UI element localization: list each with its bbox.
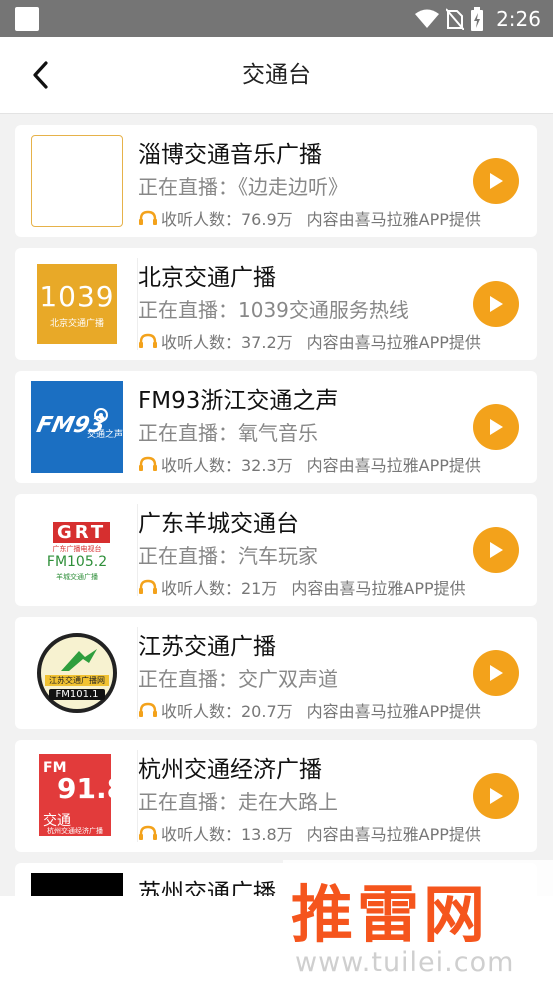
station-live: 正在直播：汽车玩家 xyxy=(138,544,318,568)
content-source: 内容由喜马拉雅APP提供 xyxy=(291,579,466,598)
listener-count: 收听人数：76.9万 xyxy=(161,210,293,229)
station-name: FM93浙江交通之声 xyxy=(138,388,339,414)
station-meta: 收听人数：13.8万 内容由喜马拉雅APP提供 xyxy=(138,821,481,845)
page-title: 交通台 xyxy=(242,62,311,88)
content-source: 内容由喜马拉雅APP提供 xyxy=(306,702,481,721)
logo-frequency: 91.8 xyxy=(57,772,123,805)
watermark-logo-text: 推雷网 xyxy=(291,878,490,951)
station-name: 广东羊城交通台 xyxy=(138,511,299,537)
logo-block: 1039 北京交通广播 xyxy=(37,264,117,344)
watermark: 推雷网 www.tuilei.com xyxy=(283,860,553,983)
play-icon xyxy=(490,419,503,435)
station-card[interactable]: 1039 北京交通广播 北京交通广播 正在直播：1039交通服务热线 收听人数：… xyxy=(15,248,537,360)
logo-text: 1039 xyxy=(39,280,115,313)
app-notification-icon xyxy=(15,7,39,31)
headphones-icon xyxy=(139,702,157,717)
play-button[interactable] xyxy=(473,527,519,573)
station-logo: 江苏交通广播网 FM101.1 xyxy=(31,627,123,719)
play-icon xyxy=(490,665,503,681)
station-name: 淄博交通音乐广播 xyxy=(138,142,322,168)
station-live: 正在直播：交广双声道 xyxy=(138,667,338,691)
logo-frequency: FM101.1 xyxy=(49,689,105,700)
no-sim-icon xyxy=(446,7,465,30)
station-card[interactable]: 淄博交通音乐广播 正在直播：《边走边听》 收听人数：76.9万 内容由喜马拉雅A… xyxy=(15,125,537,237)
station-meta: 收听人数：20.7万 内容由喜马拉雅APP提供 xyxy=(138,698,481,722)
station-live: 正在直播：走在大路上 xyxy=(138,790,338,814)
logo-badge: 江苏交通广播网 FM101.1 xyxy=(37,633,117,713)
logo-subtext-2: 羊城交通广播 xyxy=(56,573,98,581)
station-logo: GRT 广东广播电视台 FM105.2 羊城交通广播 xyxy=(31,504,123,596)
station-live: 正在直播：氧气音乐 xyxy=(138,421,318,445)
station-logo: 1039 北京交通广播 xyxy=(31,258,123,350)
station-name: 江苏交通广播 xyxy=(138,634,276,660)
logo-subtext: 北京交通广播 xyxy=(49,319,104,329)
logo-subtext: 广东广播电视台 xyxy=(52,545,102,553)
watermark-url: www.tuilei.com xyxy=(295,947,515,978)
station-card[interactable]: GRT 广东广播电视台 FM105.2 羊城交通广播 广东羊城交通台 正在直播：… xyxy=(15,494,537,606)
listener-count: 收听人数：21万 xyxy=(161,579,278,598)
listener-count: 收听人数：37.2万 xyxy=(161,333,293,352)
station-meta: 收听人数：21万 内容由喜马拉雅APP提供 xyxy=(138,575,466,599)
station-card[interactable]: FM 91.8 交通 杭州交通经济广播 杭州交通经济广播 正在直播：走在大路上 … xyxy=(15,740,537,852)
content-source: 内容由喜马拉雅APP提供 xyxy=(306,210,481,229)
back-button[interactable] xyxy=(20,55,60,95)
status-bar: 2:26 xyxy=(0,0,553,37)
station-meta: 收听人数：32.3万 内容由喜马拉雅APP提供 xyxy=(138,452,481,476)
station-name: 北京交通广播 xyxy=(138,265,276,291)
headphones-icon xyxy=(139,456,157,471)
content-source: 内容由喜马拉雅APP提供 xyxy=(306,456,481,475)
listener-count: 收听人数：20.7万 xyxy=(161,702,293,721)
arrow-emblem-icon xyxy=(61,649,97,671)
play-button[interactable] xyxy=(473,773,519,819)
headphones-icon xyxy=(139,825,157,840)
content-source: 内容由喜马拉雅APP提供 xyxy=(306,333,481,352)
logo-text: 江苏交通广播网 xyxy=(45,675,109,686)
headphones-icon xyxy=(139,210,157,225)
logo-block: FM 91.8 交通 杭州交通经济广播 xyxy=(39,754,123,836)
headphones-icon xyxy=(139,333,157,348)
logo-subtext-2: 杭州交通经济广播 xyxy=(47,827,103,835)
station-meta: 收听人数：37.2万 内容由喜马拉雅APP提供 xyxy=(138,329,481,353)
logo-subtext: 交通之声 xyxy=(87,430,123,440)
play-button[interactable] xyxy=(473,404,519,450)
logo-frequency: FM105.2 xyxy=(46,554,108,570)
headphones-icon xyxy=(139,579,157,594)
play-button[interactable] xyxy=(473,650,519,696)
station-name: 苏州交通广播 xyxy=(138,880,276,896)
logo-text: GRT xyxy=(53,522,111,543)
chevron-left-icon xyxy=(33,61,48,89)
station-card[interactable]: FM93 交通之声 FM93浙江交通之声 正在直播：氧气音乐 收听人数：32.3… xyxy=(15,371,537,483)
station-live: 正在直播：《边走边听》 xyxy=(138,175,348,199)
station-logo: FM93 交通之声 xyxy=(31,381,123,473)
wifi-icon xyxy=(415,9,440,28)
status-clock: 2:26 xyxy=(496,6,541,31)
station-logo xyxy=(31,873,123,896)
station-list[interactable]: 淄博交通音乐广播 正在直播：《边走边听》 收听人数：76.9万 内容由喜马拉雅A… xyxy=(0,114,553,896)
nav-bar: 交通台 xyxy=(0,37,553,114)
station-meta: 收听人数：76.9万 内容由喜马拉雅APP提供 xyxy=(138,206,481,230)
station-logo xyxy=(31,135,123,227)
station-card[interactable]: 江苏交通广播网 FM101.1 江苏交通广播 正在直播：交广双声道 收听人数：2… xyxy=(15,617,537,729)
status-icons: 2:26 xyxy=(414,0,541,37)
play-icon xyxy=(490,296,503,312)
listener-count: 收听人数：32.3万 xyxy=(161,456,293,475)
swirl-icon xyxy=(94,408,108,422)
play-button[interactable] xyxy=(473,158,519,204)
battery-charging-icon xyxy=(471,6,484,31)
play-icon xyxy=(490,788,503,804)
listener-count: 收听人数：13.8万 xyxy=(161,825,293,844)
play-button[interactable] xyxy=(473,281,519,327)
station-live: 正在直播：1039交通服务热线 xyxy=(138,298,409,322)
station-logo: FM 91.8 交通 杭州交通经济广播 xyxy=(31,750,123,842)
station-name: 杭州交通经济广播 xyxy=(138,757,322,783)
content-source: 内容由喜马拉雅APP提供 xyxy=(306,825,481,844)
play-icon xyxy=(490,542,503,558)
play-icon xyxy=(490,173,503,189)
